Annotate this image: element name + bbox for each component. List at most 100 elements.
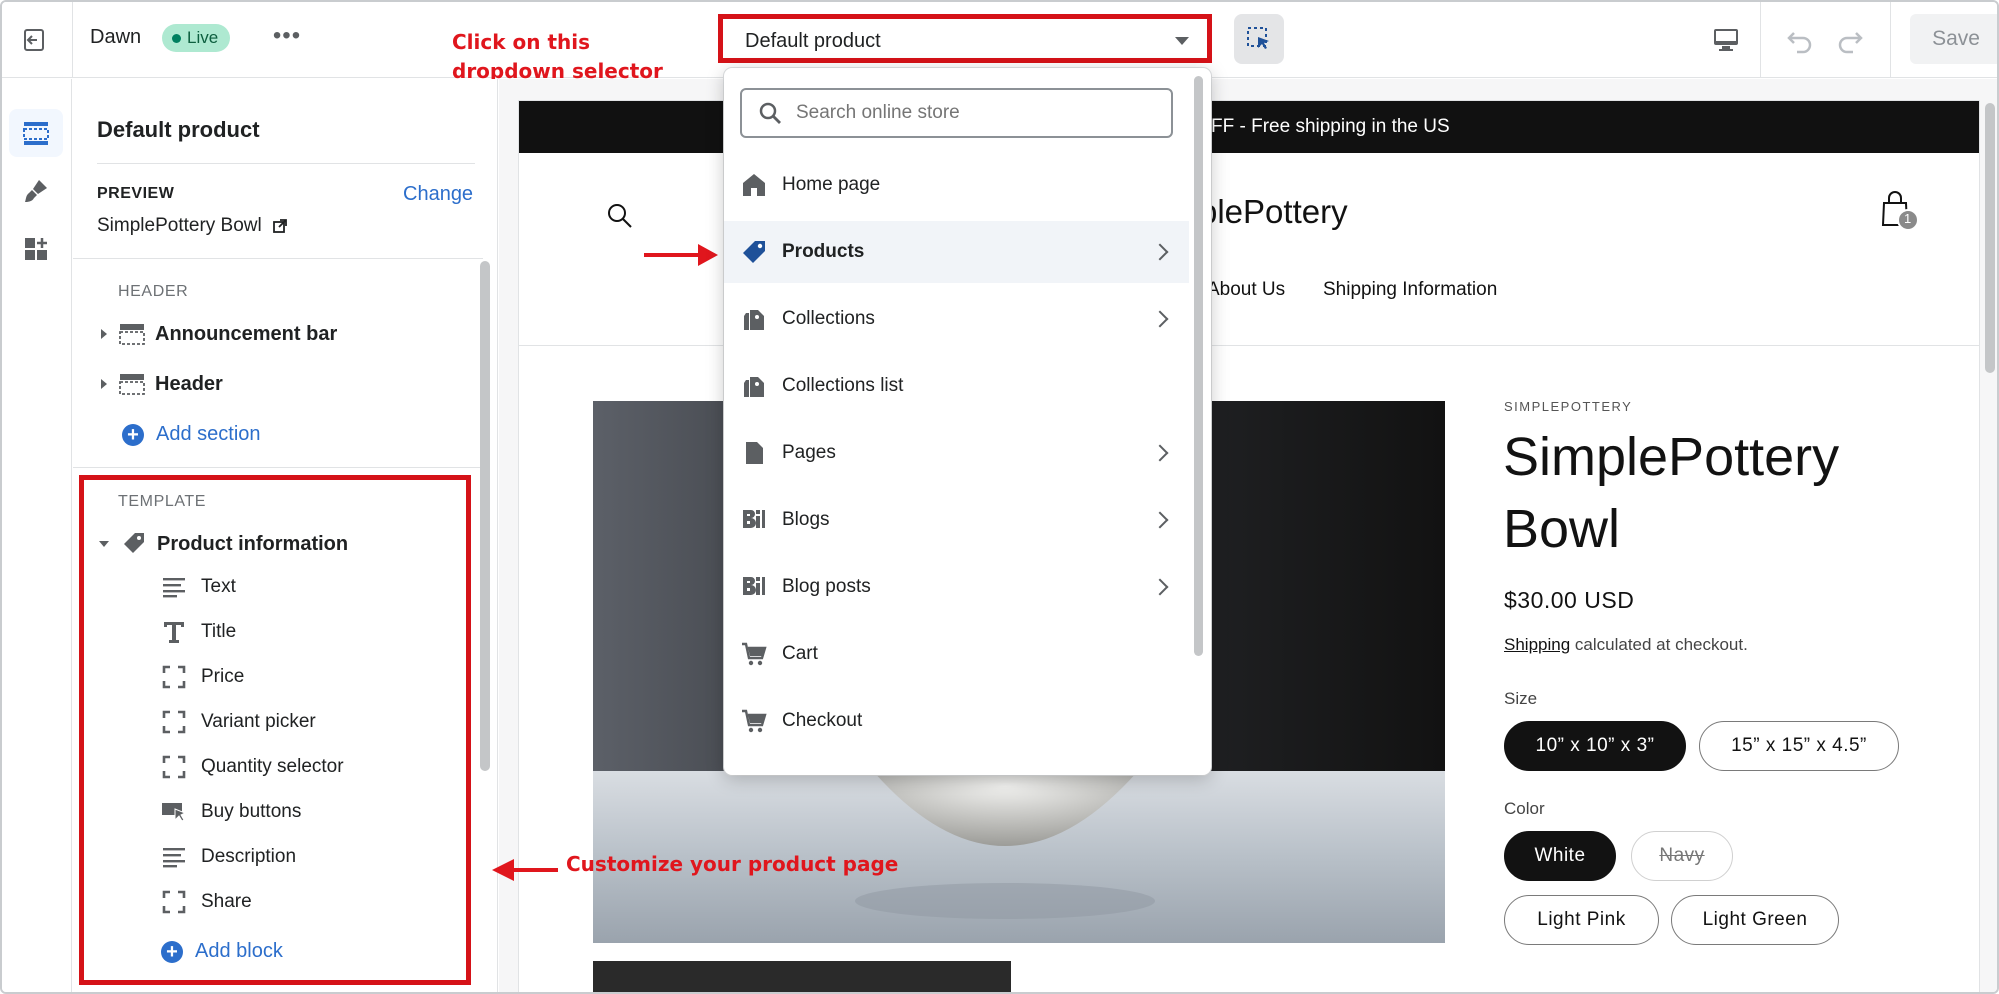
color-option-light-pink[interactable]: Light Pink [1504,895,1659,945]
menu-item-label: Pages [782,442,836,463]
nav-link-about-us[interactable]: About Us [1207,279,1285,301]
collection-icon [740,372,768,400]
menu-item-label: Blog posts [782,576,871,597]
exit-button[interactable] [16,22,52,58]
cart-count: 1 [1904,211,1912,226]
menu-item-label: Collections [782,308,875,329]
nav-link-shipping-information[interactable]: Shipping Information [1323,279,1497,301]
sidebar-title: Default product [97,117,260,142]
color-option-light-green[interactable]: Light Green [1671,895,1839,945]
menu-item-label: Collections list [782,375,904,396]
dropdown-scrollbar[interactable] [1194,76,1203,656]
product-thumbnail[interactable] [593,961,1011,992]
redo-button[interactable] [1830,20,1870,60]
topbar-divider [1760,2,1761,78]
live-dot-icon [172,33,181,43]
menu-item-home-page[interactable]: Home page [724,154,1189,216]
arrow-to-products-icon [644,244,718,266]
menu-item-label: Home page [782,174,881,195]
menu-item-products[interactable]: Products [724,221,1189,283]
chevron-right-icon [1151,243,1169,261]
caret-down-icon [1175,37,1189,45]
exit-icon [24,29,44,51]
menu-item-label: Blogs [782,509,830,530]
sidebar-divider [73,467,483,468]
left-rail [2,79,72,992]
product-price: $30.00 USD [1504,587,1635,613]
select-cursor-icon [1247,27,1269,49]
apps-icon [25,238,47,260]
shopping-bag-icon [1881,191,1919,231]
sections-icon [23,122,49,145]
menu-item-checkout[interactable]: Checkout [724,690,1189,752]
search-icon [608,204,632,228]
rail-theme-settings-button[interactable] [9,167,63,215]
rail-app-embeds-button[interactable] [9,225,63,273]
save-button[interactable]: Save [1910,14,1997,64]
editor-window: Dawn Live ••• Click on this dropdown sel… [0,0,1999,994]
color-option-white[interactable]: White [1504,831,1616,881]
sections-sidebar: Default product PREVIEW Change SimplePot… [73,79,498,992]
size-option-10x10x3[interactable]: 10” x 10” x 3” [1504,721,1686,771]
preview-label: PREVIEW [97,185,175,202]
sidebar-annotation: Customize your product page [566,852,899,876]
change-preview-link[interactable]: Change [403,183,473,206]
chevron-right-icon [1151,444,1169,462]
section-label: Announcement bar [155,322,338,345]
sidebar-divider [97,163,475,164]
status-badge-label: Live [187,28,219,47]
paintbrush-icon [25,180,47,202]
section-header[interactable]: Header [101,369,223,399]
blog-icon [740,573,768,601]
preview-product[interactable]: SimplePottery Bowl [97,215,288,237]
store-search-button[interactable] [605,201,635,236]
rail-sections-button[interactable] [9,109,63,157]
status-badge: Live [162,24,231,52]
template-dropdown-menu: Home page Products Collections Collections … [724,68,1211,775]
shipping-note: Shipping calculated at checkout. [1504,635,1748,655]
arrow-to-template-icon [492,859,558,881]
more-actions-button[interactable]: ••• [272,24,302,54]
blog-icon [740,506,768,534]
external-link-icon [272,219,287,233]
preview-product-label: SimplePottery Bowl [97,215,262,236]
home-icon [740,171,768,199]
size-option-15x15x4-5[interactable]: 15” x 15” x 4.5” [1699,721,1899,771]
cart-icon [740,707,768,735]
dropdown-annotation: Click on this dropdown selector [452,30,663,83]
menu-item-blogs[interactable]: Blogs [724,489,1189,551]
menu-item-collections-list[interactable]: Collections list [724,355,1189,417]
device-preview-button[interactable] [1706,20,1746,60]
shipping-link[interactable]: Shipping [1504,635,1570,654]
topbar-divider [1890,2,1891,78]
menu-item-pages[interactable]: Pages [724,422,1189,484]
undo-icon [1787,32,1812,54]
inspector-button[interactable] [1234,14,1284,64]
expand-arrow-icon [101,379,107,389]
menu-item-label: Checkout [782,710,863,731]
menu-item-collections[interactable]: Collections [724,288,1189,350]
preview-scrollbar[interactable] [1985,103,1995,373]
menu-item-blog-posts[interactable]: Blog posts [724,556,1189,618]
product-title: SimplePottery Bowl [1503,427,1840,559]
product-tag-icon [740,238,768,266]
section-layout-icon [119,321,145,347]
menu-item-cart[interactable]: Cart [724,623,1189,685]
top-bar: Dawn Live ••• Click on this dropdown sel… [2,2,1997,83]
sidebar-scrollbar[interactable] [480,261,490,771]
store-logo[interactable]: plePottery [1199,193,1348,231]
product-vendor: SIMPLEPOTTERY [1504,399,1633,414]
store-cart-button[interactable]: 1 [1879,189,1919,238]
search-icon [758,101,782,125]
header-group-label: HEADER [118,283,189,300]
template-selector-dropdown[interactable]: Default product [718,14,1212,63]
dropdown-search-input[interactable] [796,102,1156,124]
add-section-button[interactable]: + Add section [122,423,261,446]
section-announcement-bar[interactable]: Announcement bar [101,319,337,349]
dropdown-search-field[interactable] [740,88,1173,138]
undo-button[interactable] [1780,20,1820,60]
color-option-navy[interactable]: Navy [1631,831,1733,881]
template-highlight-box [79,475,471,985]
chevron-right-icon [1151,511,1169,529]
add-section-label: Add section [156,423,261,445]
